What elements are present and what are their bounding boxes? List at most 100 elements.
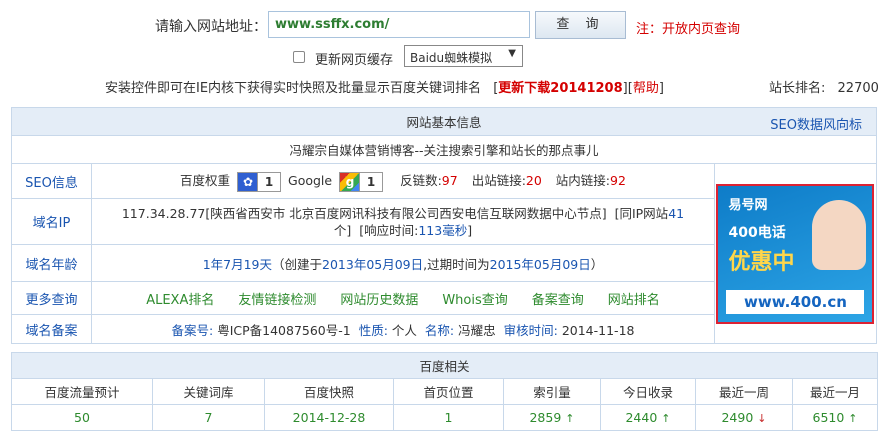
snapshot-link[interactable]: 2014-12-28 [293, 410, 366, 425]
backlinks-value[interactable]: 97 [442, 173, 458, 188]
icp-label: 域名备案 [11, 314, 92, 344]
age-created-prefix: （创建于 [272, 256, 323, 272]
baidu-weight-label: 百度权重 [180, 173, 231, 189]
basic-info-table: 网站基本信息 SEO数据风向标 冯耀宗自媒体营销博客--关注搜索引擎和站长的那点… [11, 107, 878, 344]
ad-tel: 400电话 [728, 224, 786, 241]
seo-info-label: SEO信息 [11, 163, 92, 199]
icp-row: 备案号: 粤ICP备14087560号-1 性质: 个人 名称: 冯耀忠 审核时… [91, 314, 715, 344]
nature-label: 性质: [358, 322, 388, 338]
webmaster-rank: 站长排名: 22700 [769, 77, 879, 96]
update-cache-checkbox[interactable] [293, 51, 305, 63]
today-cell: 2440 ↑ [600, 404, 696, 431]
same-ip-count[interactable]: 41 [668, 206, 684, 221]
backlinks-label: 反链数: [400, 173, 442, 189]
spider-select-value: Baidu蜘蛛模拟 [410, 51, 493, 65]
baidu-weight-value: 1 [257, 172, 280, 191]
domain-age-row: 1年7月19天（创建于2013年05月09日,过期时间为2015年05月09日） [91, 244, 715, 282]
chevron-down-icon: ▼ [508, 48, 516, 59]
seo-trend-link[interactable]: SEO数据风向标 [770, 114, 862, 133]
keyword-count-link[interactable]: 7 [205, 410, 213, 425]
arrow-up-icon: ↑ [661, 412, 671, 425]
bracket: ] [658, 81, 664, 96]
month-cell: 6510 ↑ [791, 404, 879, 431]
arrow-up-icon: ↑ [565, 412, 575, 425]
google-icon: g [340, 172, 361, 191]
column-header: 最近一月 [791, 378, 879, 405]
today-link[interactable]: 2440 [625, 410, 657, 425]
column-header: 百度流量预计 [11, 378, 153, 405]
google-label: Google [288, 173, 333, 189]
outlinks-label: 出站链接: [471, 173, 526, 189]
snapshot-cell: 2014-12-28 [264, 404, 394, 431]
ad-brand: 易号网 [728, 197, 768, 213]
baidu-table: 百度相关 百度流量预计 关键词库 百度快照 首页位置 索引量 今日收录 最近一周… [10, 352, 879, 431]
url-input[interactable] [268, 11, 530, 38]
more-query-links: ALEXA排名 友情链接检测 网站历史数据 Whois查询 备案查询 网站排名 [91, 281, 715, 315]
history-link[interactable]: 网站历史数据 [340, 293, 418, 308]
home-position: 1 [393, 404, 504, 431]
outlinks-value[interactable]: 20 [526, 173, 542, 188]
url-input-label: 请输入网站地址： [155, 19, 267, 35]
friend-link-check[interactable]: 友情链接检测 [238, 293, 316, 308]
rank-label: 站长排名: [769, 81, 826, 96]
same-ip-unit: 个] [333, 222, 352, 238]
whois-link[interactable]: Whois查询 [442, 293, 507, 308]
alexa-link[interactable]: ALEXA排名 [146, 293, 214, 308]
domain-age-label: 域名年龄 [11, 244, 92, 282]
ad-cell: 易号网 400电话 优惠中 www.400.cn [713, 163, 878, 344]
google-pr-value: 1 [359, 172, 382, 191]
download-link[interactable]: 更新下载20141208 [498, 81, 622, 96]
basic-info-header: 网站基本信息 SEO数据风向标 [11, 107, 877, 136]
ad-banner[interactable]: 易号网 400电话 优惠中 www.400.cn [716, 183, 875, 324]
response-label: [响应时间: [359, 222, 419, 238]
query-button[interactable]: 查 询 [535, 11, 626, 39]
same-ip-label: [同IP网站 [614, 205, 669, 221]
ad-url: www.400.cn [726, 289, 865, 314]
column-header: 索引量 [503, 378, 601, 405]
baidu-weight-badge[interactable]: ✿ 1 [237, 171, 282, 192]
ad-person-image [812, 199, 867, 270]
age-value: 1年7月19天 [202, 256, 272, 272]
week-link[interactable]: 2490 [721, 410, 753, 425]
index-count-link[interactable]: 2859 [529, 410, 561, 425]
baidu-value-row: 50 7 2014-12-28 1 2859 ↑ 2440 ↑ 2490 ↓ 6… [11, 404, 879, 431]
arrow-down-icon: ↓ [757, 412, 767, 425]
name-label: 名称: [424, 322, 455, 338]
owner-name: 冯耀忠 [458, 322, 496, 338]
site-title: 冯耀宗自媒体营销博客--关注搜索引擎和站长的那点事儿 [11, 135, 877, 164]
age-expire-prefix: ,过期时间为 [423, 256, 490, 272]
column-header: 首页位置 [393, 378, 504, 405]
inlinks-label: 站内链接: [555, 173, 611, 189]
response-close: ] [467, 222, 473, 238]
rank-value: 22700 [837, 81, 879, 96]
month-link[interactable]: 6510 [813, 410, 845, 425]
audit-date: 2014-11-18 [561, 322, 635, 338]
install-info: 安装控件即可在IE内核下获得实时快照及批量显示百度关键词排名 [更新下载2014… [105, 77, 664, 96]
audit-label: 审核时间: [503, 322, 558, 338]
site-rank-link[interactable]: 网站排名 [608, 293, 660, 308]
more-query-label: 更多查询 [11, 281, 92, 315]
icp-query-link[interactable]: 备案查询 [532, 293, 584, 308]
column-header: 今日收录 [600, 378, 696, 405]
traffic-estimate: 50 [11, 404, 153, 431]
domain-ip-label: 域名IP [11, 198, 92, 245]
response-time: 113毫秒 [418, 222, 468, 238]
column-header: 百度快照 [264, 378, 394, 405]
inlinks-value[interactable]: 92 [610, 173, 626, 188]
week-cell: 2490 ↓ [695, 404, 793, 431]
index-count-cell: 2859 ↑ [503, 404, 601, 431]
bracket: ][ [622, 81, 633, 96]
keyword-count-cell: 7 [152, 404, 265, 431]
age-close: ） [590, 256, 604, 272]
column-header: 最近一周 [695, 378, 793, 405]
baidu-paw-icon: ✿ [238, 172, 259, 191]
query-note: 注：开放内页查询 [636, 22, 741, 37]
baidu-header: 百度相关 [10, 352, 879, 379]
update-cache-label[interactable]: 更新网页缓存 [315, 49, 393, 68]
spider-select[interactable]: Baidu蜘蛛模拟 ▼ [404, 45, 523, 67]
ip-text: 117.34.28.77[陕西省西安市 北京百度网讯科技有限公司西安电信互联网数… [121, 205, 607, 221]
help-link[interactable]: 帮助 [633, 81, 659, 96]
arrow-up-icon: ↑ [848, 412, 858, 425]
google-pr-badge[interactable]: g1 [339, 171, 384, 192]
age-created: 2013年05月09日 [322, 256, 424, 272]
